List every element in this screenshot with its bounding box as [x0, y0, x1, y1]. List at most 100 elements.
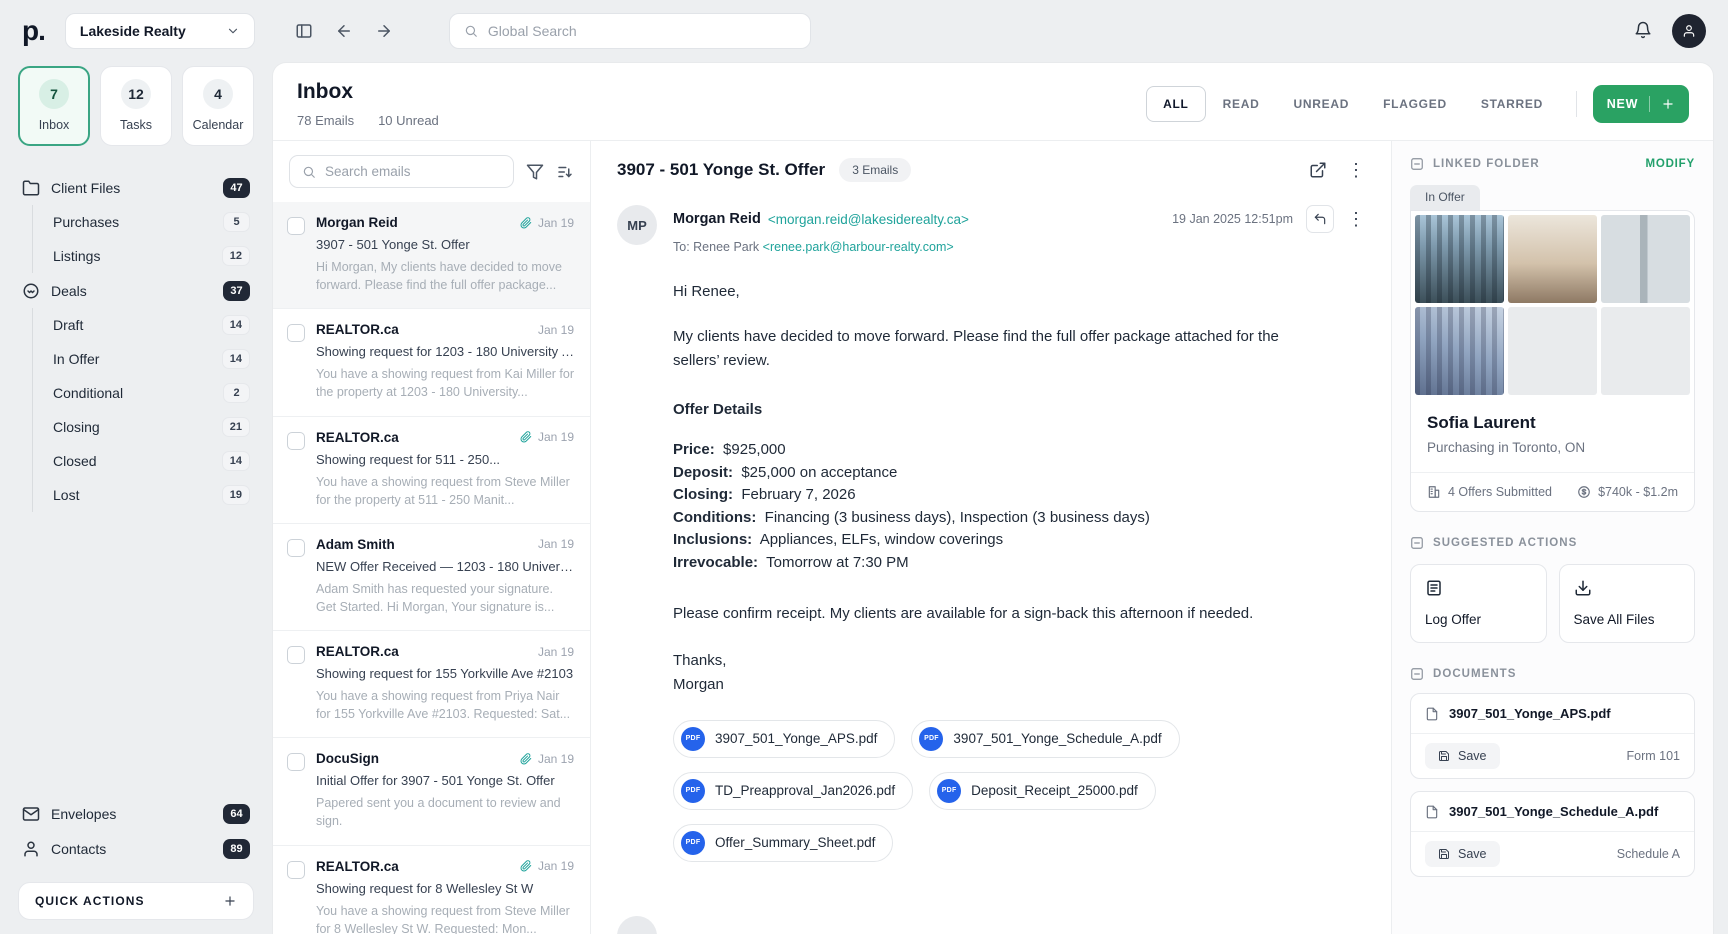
- global-search-input[interactable]: [488, 23, 796, 39]
- email-checkbox[interactable]: [287, 753, 305, 771]
- app-logo: p.: [22, 15, 45, 47]
- chevron-down-icon: [226, 24, 240, 38]
- email-checkbox[interactable]: [287, 539, 305, 557]
- sidebar-item-closing[interactable]: Closing 21: [49, 410, 254, 444]
- email-subject: Showing request for 8 Wellesley St W: [316, 881, 574, 896]
- tab-flagged[interactable]: FLAGGED: [1366, 86, 1464, 122]
- calendar-count: 4: [203, 79, 233, 109]
- folder-stage-tab: In Offer: [1410, 185, 1480, 210]
- forward-arrow-icon[interactable]: [375, 22, 393, 40]
- action-label: Log Offer: [1425, 612, 1532, 627]
- tab-unread[interactable]: UNREAD: [1276, 86, 1366, 122]
- email-checkbox[interactable]: [287, 217, 305, 235]
- email-list-item[interactable]: Adam Smith Jan 19 NEW Offer Received — 1…: [273, 524, 590, 631]
- attachment-chip[interactable]: PDF 3907_501_Yonge_Schedule_A.pdf: [911, 720, 1179, 758]
- filter-icon[interactable]: [526, 163, 544, 181]
- email-list-item[interactable]: DocuSign Jan 19 Initial Offer for 3907 -…: [273, 738, 590, 845]
- sender-email[interactable]: <morgan.reid@lakesiderealty.ca>: [768, 212, 969, 227]
- save-document-button[interactable]: Save: [1425, 743, 1500, 769]
- tab-starred[interactable]: STARRED: [1464, 86, 1560, 122]
- email-list-item[interactable]: REALTOR.ca Jan 19 Showing request for 51…: [273, 417, 590, 524]
- email-list-item[interactable]: Morgan Reid Jan 19 3907 - 501 Yonge St. …: [273, 202, 590, 309]
- email-list-item[interactable]: REALTOR.ca Jan 19 Showing request for 15…: [273, 631, 590, 738]
- sidebar-toggle-icon[interactable]: [295, 22, 313, 40]
- pdf-icon: PDF: [681, 779, 705, 803]
- dollar-icon: [1577, 485, 1591, 499]
- new-email-button[interactable]: NEW: [1593, 85, 1689, 123]
- email-checkbox[interactable]: [287, 861, 305, 879]
- linked-folder-card[interactable]: Sofia Laurent Purchasing in Toronto, ON …: [1410, 210, 1695, 512]
- sidebar-item-label: Lost: [53, 487, 79, 503]
- plus-icon[interactable]: [223, 894, 237, 908]
- log-offer-action[interactable]: Log Offer: [1410, 564, 1547, 643]
- sidebar-item-lost[interactable]: Lost 19: [49, 478, 254, 512]
- offer-detail-line: Conditions: Financing (3 business days),…: [673, 507, 1293, 530]
- email-sender: REALTOR.ca: [316, 644, 399, 659]
- sidebar-item-envelopes[interactable]: Envelopes 64: [18, 796, 254, 831]
- email-count: 78 Emails: [297, 113, 354, 128]
- more-icon[interactable]: ⋮: [1347, 161, 1365, 179]
- count-badge: 2: [223, 383, 250, 403]
- back-arrow-icon[interactable]: [335, 22, 353, 40]
- search-emails-field[interactable]: [289, 155, 514, 188]
- sidebar-item-contacts[interactable]: Contacts 89: [18, 831, 254, 866]
- tab-read[interactable]: READ: [1206, 86, 1277, 122]
- document-card[interactable]: 3907_501_Yonge_Schedule_A.pdf Save Sched…: [1410, 791, 1695, 877]
- log-offer-icon: [1425, 579, 1532, 597]
- notifications-bell-icon[interactable]: [1634, 21, 1652, 42]
- sidebar-item-draft[interactable]: Draft 14: [49, 308, 254, 342]
- attachment-chip[interactable]: PDF Deposit_Receipt_25000.pdf: [929, 772, 1156, 810]
- sidebar-item-label: In Offer: [53, 351, 99, 367]
- email-preview: You have a showing request from Steve Mi…: [316, 473, 574, 509]
- reply-icon[interactable]: [1306, 205, 1334, 233]
- sidebar-item-in-offer[interactable]: In Offer 14: [49, 342, 254, 376]
- quick-actions-bar[interactable]: QUICK ACTIONS: [18, 882, 254, 920]
- sidebar-item-closed[interactable]: Closed 14: [49, 444, 254, 478]
- attachment-chip[interactable]: PDF 3907_501_Yonge_APS.pdf: [673, 720, 895, 758]
- building-icon: [1427, 485, 1441, 499]
- user-avatar[interactable]: [1672, 14, 1706, 48]
- email-preview: Hi Morgan, My clients have decided to mo…: [316, 258, 574, 294]
- count-badge: 64: [223, 804, 250, 824]
- attachment-chip[interactable]: PDF Offer_Summary_Sheet.pdf: [673, 824, 893, 862]
- save-document-button[interactable]: Save: [1425, 841, 1500, 867]
- email-detail-panel: 3907 - 501 Yonge St. Offer 3 Emails ⋮ MP: [591, 141, 1391, 934]
- more-icon[interactable]: ⋮: [1347, 210, 1365, 228]
- sidebar-item-client-files[interactable]: Client Files 47: [18, 170, 254, 205]
- to-email[interactable]: <renee.park@harbour-realty.com>: [763, 240, 954, 254]
- search-emails-input[interactable]: [325, 164, 501, 179]
- email-list-panel: Morgan Reid Jan 19 3907 - 501 Yonge St. …: [273, 141, 591, 934]
- sidebar-card-tasks[interactable]: 12 Tasks: [100, 66, 172, 146]
- email-list-item[interactable]: REALTOR.ca Jan 19 Showing request for 8 …: [273, 846, 590, 934]
- count-badge: 47: [223, 178, 250, 198]
- document-card[interactable]: 3907_501_Yonge_APS.pdf Save Form 101: [1410, 693, 1695, 779]
- sidebar-card-calendar[interactable]: 4 Calendar: [182, 66, 254, 146]
- sidebar-item-deals[interactable]: Deals 37: [18, 273, 254, 308]
- email-subject: Initial Offer for 3907 - 501 Yonge St. O…: [316, 773, 574, 788]
- global-search[interactable]: [449, 13, 811, 49]
- modify-link[interactable]: MODIFY: [1645, 158, 1695, 170]
- email-list-item[interactable]: REALTOR.ca Jan 19 Showing request for 12…: [273, 309, 590, 416]
- sidebar-item-conditional[interactable]: Conditional 2: [49, 376, 254, 410]
- property-photo: [1601, 215, 1690, 303]
- count-badge: 12: [222, 246, 250, 266]
- sidebar-item-purchases[interactable]: Purchases 5: [49, 205, 254, 239]
- offers-submitted-stat: 4 Offers Submitted: [1448, 485, 1552, 499]
- email-checkbox[interactable]: [287, 432, 305, 450]
- email-checkbox[interactable]: [287, 324, 305, 342]
- count-badge: 37: [223, 281, 250, 301]
- property-photo: [1508, 215, 1597, 303]
- save-all-files-action[interactable]: Save All Files: [1559, 564, 1696, 643]
- sidebar-item-listings[interactable]: Listings 12: [49, 239, 254, 273]
- sidebar-card-inbox[interactable]: 7 Inbox: [18, 66, 90, 146]
- org-selector[interactable]: Lakeside Realty: [65, 13, 255, 49]
- collapsed-message-avatar[interactable]: [617, 916, 657, 934]
- attachment-chip[interactable]: PDF TD_Preapproval_Jan2026.pdf: [673, 772, 913, 810]
- sort-icon[interactable]: [556, 163, 574, 181]
- topbar: p. Lakeside Realty: [0, 0, 1728, 62]
- email-checkbox[interactable]: [287, 646, 305, 664]
- linked-folder-header: LINKED FOLDER: [1433, 158, 1540, 170]
- offer-detail-line: Inclusions: Appliances, ELFs, window cov…: [673, 529, 1293, 552]
- open-in-new-icon[interactable]: [1309, 161, 1327, 179]
- tab-all[interactable]: ALL: [1146, 86, 1206, 122]
